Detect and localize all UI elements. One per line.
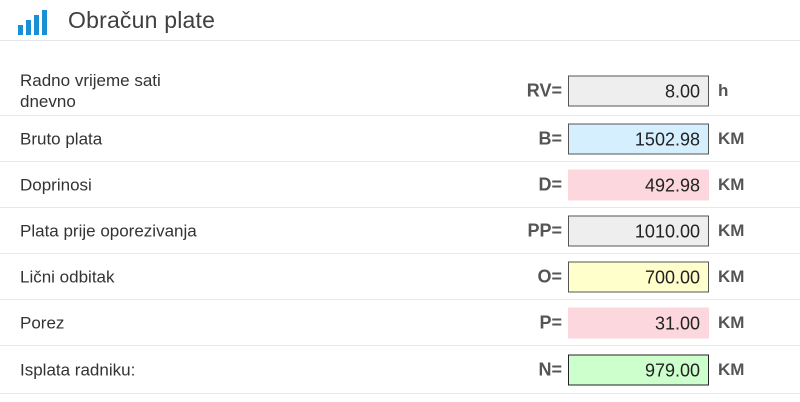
row-pre-tax-salary: Plata prije oporezivanja PP= KM [0,208,800,254]
row-contributions: Doprinosi D= KM [0,162,800,208]
gross-salary-input[interactable] [568,123,709,154]
personal-deduction-input[interactable] [568,261,709,292]
row-symbol: B= [538,128,562,148]
salary-calculator-widget: Obračun plate Radno vrijeme sati dnevno … [0,0,800,402]
row-symbol: O= [537,266,562,286]
row-symbol: P= [539,312,562,332]
contributions-field [568,169,709,200]
widget-header: Obračun plate [0,0,800,41]
row-label: Isplata radniku: [20,360,136,379]
row-label: Lični odbitak [20,267,115,286]
row-unit: KM [718,266,745,286]
tax-field [568,307,709,338]
row-unit: KM [718,220,745,240]
row-gross-salary: Bruto plata B= KM [0,116,800,162]
net-payout-input[interactable] [568,354,709,385]
row-label: Doprinosi [20,175,92,194]
bar-chart-icon [16,8,48,36]
row-unit: h [718,80,729,100]
pre-tax-salary-input[interactable] [568,215,709,246]
row-personal-deduction: Lični odbitak O= KM [0,254,800,300]
page-title: Obračun plate [68,7,216,33]
row-symbol: D= [538,174,562,194]
row-label: Radno vrijeme sati dnevno [20,70,161,111]
row-symbol: RV= [526,80,562,100]
row-working-hours: Radno vrijeme sati dnevno RV= h [0,66,800,116]
row-tax: Porez P= KM [0,300,800,346]
row-label: Porez [20,313,65,332]
row-unit: KM [718,359,745,379]
row-label: Plata prije oporezivanja [20,221,197,240]
calculation-rows: Radno vrijeme sati dnevno RV= h Bruto pl… [0,66,800,394]
row-unit: KM [718,174,745,194]
row-unit: KM [718,128,745,148]
row-label: Bruto plata [20,129,103,148]
row-symbol: PP= [527,220,562,240]
row-net-payout: Isplata radniku: N= KM [0,346,800,394]
row-unit: KM [718,312,745,332]
row-symbol: N= [538,359,562,379]
working-hours-input[interactable] [568,75,709,106]
